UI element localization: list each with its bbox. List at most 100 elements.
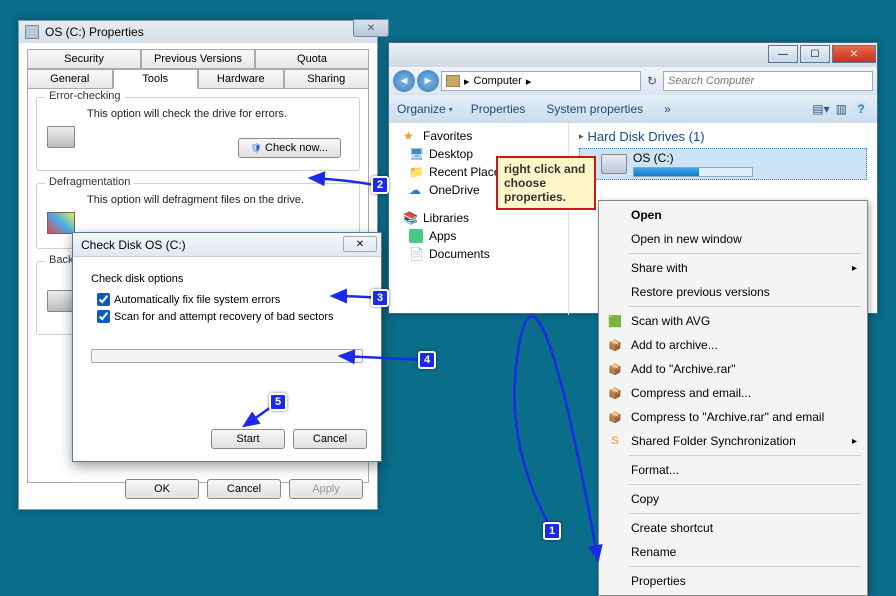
tab-tools[interactable]: Tools	[113, 69, 199, 89]
toolbar-more[interactable]: »	[664, 102, 674, 116]
ctx-rename[interactable]: Rename	[601, 540, 865, 564]
backup-icon	[47, 290, 75, 312]
winrar-icon: 📦	[607, 361, 623, 377]
bc-arrow: ▸	[464, 75, 470, 88]
check-disk-footer: Start Cancel	[211, 429, 367, 449]
computer-icon	[446, 75, 460, 87]
breadcrumb[interactable]: ▸ Computer ▸	[441, 71, 641, 91]
close-button[interactable]: ✕	[343, 236, 377, 252]
minimize-button[interactable]: —	[768, 45, 798, 63]
scan-recovery-row[interactable]: Scan for and attempt recovery of bad sec…	[97, 310, 363, 323]
close-button[interactable]: ✕	[353, 19, 389, 37]
tab-general[interactable]: General	[27, 69, 113, 89]
check-disk-title: Check Disk OS (C:)	[81, 238, 186, 252]
scan-recovery-label: Scan for and attempt recovery of bad sec…	[114, 311, 334, 323]
properties-titlebar[interactable]: OS (C:) Properties ✕	[19, 21, 377, 43]
defrag-title: Defragmentation	[45, 176, 134, 188]
properties-button[interactable]: Properties	[471, 102, 529, 116]
ctx-open[interactable]: Open	[601, 203, 865, 227]
auto-fix-checkbox[interactable]	[97, 293, 110, 306]
winrar-icon: 📦	[607, 409, 623, 425]
ctx-properties[interactable]: Properties	[601, 569, 865, 593]
ctx-add-archive-rar[interactable]: 📦Add to "Archive.rar"	[601, 357, 865, 381]
close-button[interactable]: ✕	[832, 45, 876, 63]
maximize-button[interactable]: ☐	[800, 45, 830, 63]
check-disk-titlebar[interactable]: Check Disk OS (C:) ✕	[73, 233, 381, 257]
view-icon[interactable]: ▤▾	[812, 102, 829, 116]
tab-quota[interactable]: Quota	[255, 49, 369, 69]
context-menu: Open Open in new window Share with Resto…	[598, 200, 868, 596]
step-2-badge: 2	[371, 176, 389, 194]
desktop-icon: 🖥	[409, 147, 423, 161]
ctx-open-new-window[interactable]: Open in new window	[601, 227, 865, 251]
back-button[interactable]: ◄	[393, 70, 415, 92]
separator	[629, 513, 861, 514]
explorer-sidebar: ★Favorites 🖥Desktop 📁Recent Places ☁OneD…	[389, 123, 569, 315]
tab-sharing[interactable]: Sharing	[284, 69, 370, 89]
drive-label: OS (C:)	[633, 151, 753, 165]
apply-button[interactable]: Apply	[289, 479, 363, 499]
step-3-badge: 3	[371, 289, 389, 307]
system-properties-button[interactable]: System properties	[546, 102, 646, 116]
cancel-button[interactable]: Cancel	[293, 429, 367, 449]
sidebar-favorites[interactable]: ★Favorites	[389, 127, 568, 145]
ctx-share-with[interactable]: Share with	[601, 256, 865, 280]
sidebar-apps[interactable]: Apps	[389, 227, 568, 245]
tab-previous-versions[interactable]: Previous Versions	[141, 49, 255, 69]
tabs-row-1: Security Previous Versions Quota	[19, 43, 377, 69]
ctx-format[interactable]: Format...	[601, 458, 865, 482]
recent-icon: 📁	[409, 165, 423, 179]
cancel-button[interactable]: Cancel	[207, 479, 281, 499]
refresh-button[interactable]: ↻	[643, 72, 661, 90]
defrag-icon	[47, 212, 75, 234]
apps-icon	[409, 229, 423, 243]
preview-pane-icon[interactable]: ▥	[836, 102, 847, 116]
ctx-scan-avg[interactable]: 🟩Scan with AVG	[601, 309, 865, 333]
check-now-button[interactable]: Check now...	[238, 138, 341, 158]
winrar-icon: 📦	[607, 385, 623, 401]
auto-fix-row[interactable]: Automatically fix file system errors	[97, 293, 363, 306]
annotation-callout: right click and choose properties.	[496, 156, 596, 210]
ctx-restore[interactable]: Restore previous versions	[601, 280, 865, 304]
explorer-toolbar: Organize Properties System properties » …	[389, 95, 877, 123]
ok-button[interactable]: OK	[125, 479, 199, 499]
explorer-titlebar[interactable]: — ☐ ✕	[389, 43, 877, 67]
ctx-shared-folder-sync[interactable]: SShared Folder Synchronization	[601, 429, 865, 453]
sidebar-documents[interactable]: 📄Documents	[389, 245, 568, 263]
properties-footer: OK Cancel Apply	[125, 479, 363, 499]
documents-icon: 📄	[409, 247, 423, 261]
ctx-compress-email[interactable]: 📦Compress and email...	[601, 381, 865, 405]
ctx-add-archive[interactable]: 📦Add to archive...	[601, 333, 865, 357]
sync-icon: S	[607, 433, 623, 449]
hdd-icon	[47, 126, 75, 148]
check-disk-dialog: Check Disk OS (C:) ✕ Check disk options …	[72, 232, 382, 462]
ctx-copy[interactable]: Copy	[601, 487, 865, 511]
properties-title: OS (C:) Properties	[45, 25, 144, 39]
sidebar-libraries[interactable]: 📚Libraries	[389, 209, 568, 227]
forward-button[interactable]: ►	[417, 70, 439, 92]
cloud-icon: ☁	[409, 183, 423, 197]
progress-bar	[91, 349, 363, 363]
error-checking-text: This option will check the drive for err…	[87, 108, 349, 120]
start-button[interactable]: Start	[211, 429, 285, 449]
drive-icon	[601, 154, 627, 174]
avg-icon: 🟩	[607, 313, 623, 329]
breadcrumb-computer[interactable]: Computer	[474, 75, 522, 87]
winrar-icon: 📦	[607, 337, 623, 353]
ctx-create-shortcut[interactable]: Create shortcut	[601, 516, 865, 540]
scan-recovery-checkbox[interactable]	[97, 310, 110, 323]
drive-os-c[interactable]: OS (C:)	[579, 148, 867, 180]
tabs-row-2: General Tools Hardware Sharing	[19, 69, 377, 89]
tab-hardware[interactable]: Hardware	[198, 69, 284, 89]
step-1-badge: 1	[543, 522, 561, 540]
step-4-badge: 4	[418, 351, 436, 369]
ctx-compress-rar-email[interactable]: 📦Compress to "Archive.rar" and email	[601, 405, 865, 429]
tab-security[interactable]: Security	[27, 49, 141, 69]
star-icon: ★	[403, 129, 417, 143]
section-hdd[interactable]: Hard Disk Drives (1)	[579, 129, 867, 144]
help-icon[interactable]: ?	[853, 101, 869, 117]
separator	[629, 566, 861, 567]
defrag-text: This option will defragment files on the…	[87, 194, 349, 206]
organize-menu[interactable]: Organize	[397, 102, 453, 116]
search-input[interactable]	[663, 71, 873, 91]
